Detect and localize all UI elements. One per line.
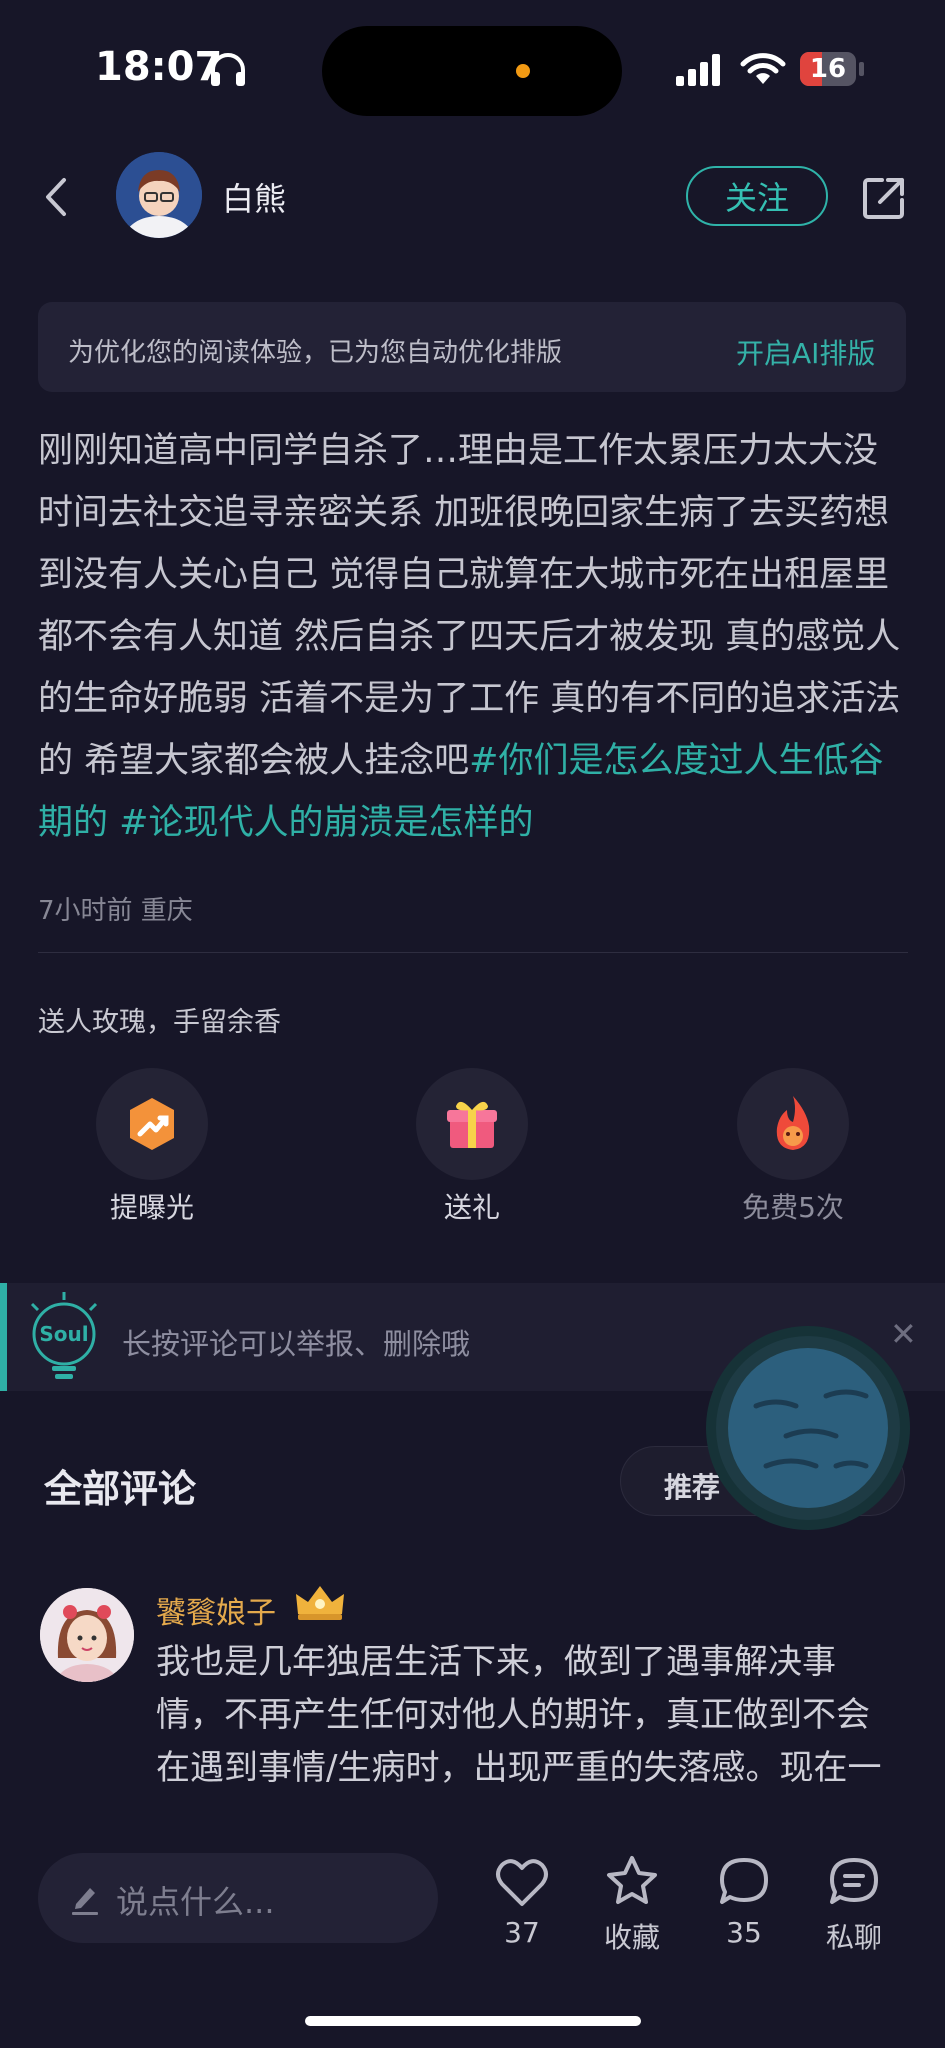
like-heart-icon[interactable] xyxy=(494,1856,550,1908)
signal-icon xyxy=(676,54,720,86)
enable-ai-layout-link[interactable]: 开启AI排版 xyxy=(736,332,875,372)
soul-bulb-icon: Soul xyxy=(30,1292,98,1379)
headphones-icon xyxy=(211,53,245,86)
home-indicator[interactable] xyxy=(305,2016,641,2026)
boost-icon xyxy=(130,1098,174,1150)
avatar-illustration xyxy=(116,152,202,238)
send-gift-button[interactable] xyxy=(416,1068,528,1180)
comments-title: 全部评论 xyxy=(44,1467,197,1511)
soul-logo-text: Soul xyxy=(39,1322,88,1346)
tip-close-button[interactable]: ✕ xyxy=(890,1315,917,1353)
free-fire-label: 免费5次 xyxy=(742,1191,844,1224)
favorite-label: 收藏 xyxy=(603,1921,660,1954)
author-name[interactable]: 白熊 xyxy=(222,174,286,220)
floating-music-ball[interactable] xyxy=(716,1336,900,1520)
comment-input-placeholder: 说点什么... xyxy=(116,1883,275,1921)
commenter-avatar[interactable] xyxy=(40,1588,134,1682)
floating-ball-image xyxy=(728,1348,888,1508)
comment-count: 35 xyxy=(726,1916,762,1949)
free-fire-action[interactable] xyxy=(737,1068,849,1180)
status-time: 18:07 xyxy=(95,44,223,90)
pencil-icon xyxy=(72,1888,98,1915)
layout-notice-text: 为优化您的阅读体验，已为您自动优化排版 xyxy=(68,338,563,368)
free-fire-button[interactable] xyxy=(737,1068,849,1180)
private-message-icon[interactable] xyxy=(826,1856,882,1908)
like-count: 37 xyxy=(504,1916,540,1949)
gift-icon xyxy=(447,1101,497,1148)
send-gift-action[interactable] xyxy=(416,1068,528,1180)
divider xyxy=(38,952,908,953)
post-text: 刚刚知道高中同学自杀了…理由是工作太累压力太大没时间去社交追寻亲密关系 加班很晚… xyxy=(38,431,901,781)
dynamic-island xyxy=(322,26,622,116)
send-gift-label: 送礼 xyxy=(443,1191,500,1224)
wifi-icon xyxy=(740,53,786,84)
boost-button[interactable] xyxy=(96,1068,208,1180)
commenter-name[interactable]: 饕餮娘子 xyxy=(156,1588,276,1632)
author-avatar[interactable] xyxy=(116,152,202,238)
battery-indicator: 16 xyxy=(800,52,856,86)
comment-bubble-icon[interactable] xyxy=(716,1856,772,1908)
post-tag-2[interactable]: #论现代人的崩溃是怎样的 xyxy=(119,803,533,843)
fire-icon xyxy=(776,1096,810,1150)
boost-action[interactable] xyxy=(96,1068,208,1180)
favorite-star-icon[interactable] xyxy=(604,1854,660,1908)
sort-recommended-tab[interactable]: 推荐 xyxy=(664,1466,720,1506)
private-message-label: 私聊 xyxy=(825,1921,882,1954)
boost-label: 提曝光 xyxy=(109,1191,194,1224)
post-body: 刚刚知道高中同学自杀了…理由是工作太累压力太大没时间去社交追寻亲密关系 加班很晚… xyxy=(38,420,908,854)
report-tip-text: 长按评论可以举报、删除哦 xyxy=(122,1327,471,1361)
follow-button[interactable]: 关注 xyxy=(686,166,828,226)
share-icon[interactable] xyxy=(860,174,908,222)
battery-percent: 16 xyxy=(809,54,847,84)
battery-cap xyxy=(859,62,864,76)
commenter-avatar-illustration xyxy=(40,1588,134,1682)
back-arrow-icon[interactable] xyxy=(40,176,70,218)
gift-section-title: 送人玫瑰，手留余香 xyxy=(38,1007,281,1038)
privacy-indicator-dot xyxy=(516,64,530,78)
post-meta: 7小时前 重庆 xyxy=(38,896,193,926)
comment-text: 我也是几年独居生活下来，做到了遇事解决事情，不再产生任何对他人的期许，真正做到不… xyxy=(156,1642,882,1784)
crown-badge-icon xyxy=(296,1586,344,1620)
tip-accent-bar xyxy=(0,1283,7,1391)
